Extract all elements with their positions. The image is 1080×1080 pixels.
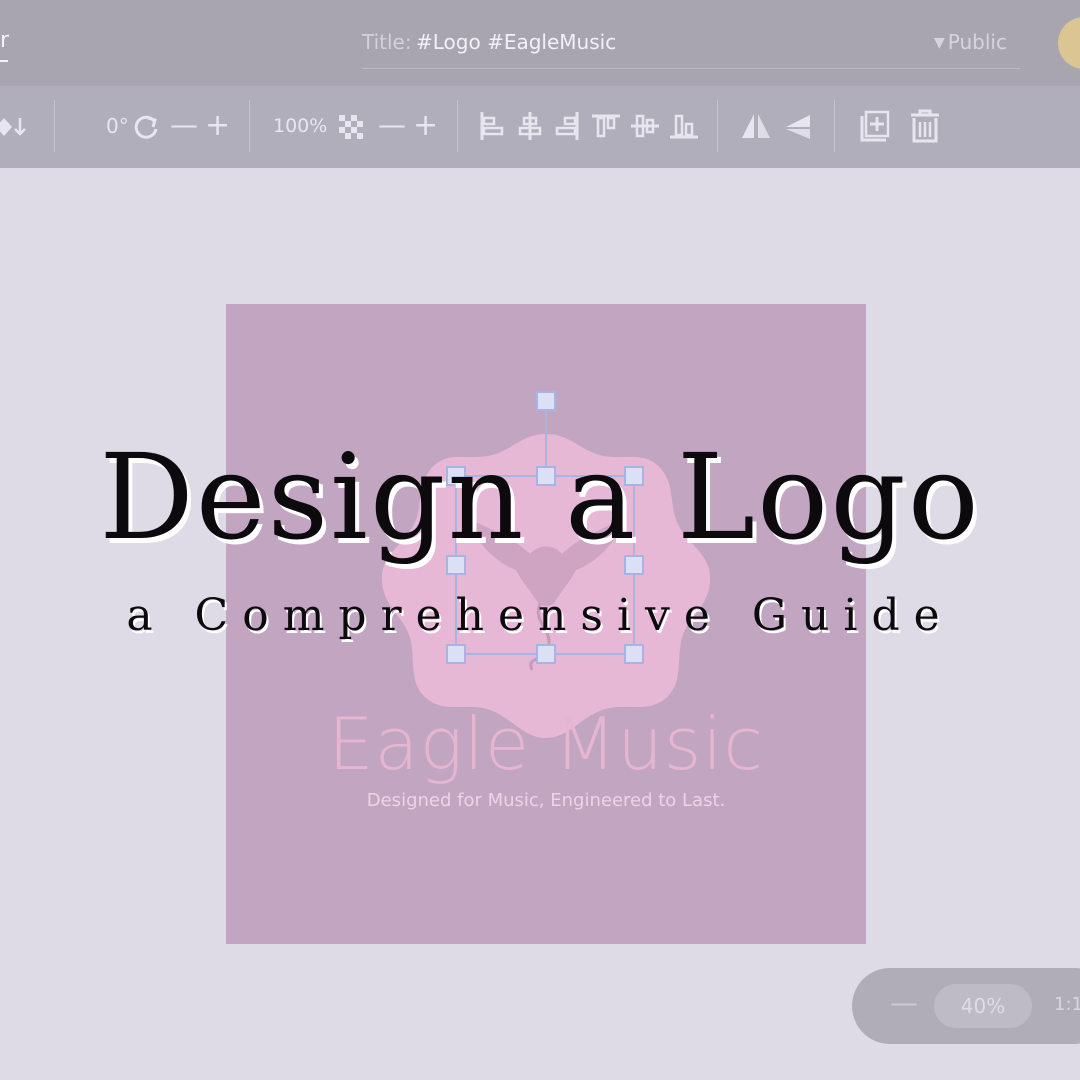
flip-horizontal-icon[interactable] xyxy=(740,112,772,142)
title-field[interactable]: Title: #Logo #EagleMusic xyxy=(362,28,1020,69)
toolbar-divider xyxy=(457,100,458,152)
left-tab-fragment[interactable]: r xyxy=(0,28,9,53)
rotate-increase-icon[interactable]: + xyxy=(205,108,230,143)
duplicate-icon[interactable] xyxy=(856,108,892,144)
align-right-icon[interactable] xyxy=(553,110,581,142)
align-middle-icon[interactable] xyxy=(629,112,661,140)
visibility-dropdown[interactable]: ▼ Public xyxy=(934,30,1007,54)
toolbar-divider xyxy=(54,100,55,152)
align-top-icon[interactable] xyxy=(590,112,622,140)
layer-order-icon[interactable] xyxy=(0,110,34,144)
zoom-level[interactable]: 40% xyxy=(934,984,1032,1028)
rotate-decrease-icon[interactable]: — xyxy=(170,108,198,141)
align-left-icon[interactable] xyxy=(478,110,506,142)
zoom-actual-size-button[interactable]: 1:1 xyxy=(1054,994,1080,1015)
visibility-label: Public xyxy=(947,30,1007,54)
brand-tagline: Designed for Music, Engineered to Last. xyxy=(366,790,726,811)
overlay-subheadline: a Comprehensive Guide xyxy=(126,590,954,641)
trash-icon[interactable] xyxy=(908,108,942,144)
toolbar-divider xyxy=(249,100,250,152)
brand-name: Eagle Music xyxy=(328,702,764,786)
toolbar-divider xyxy=(717,100,718,152)
opacity-increase-icon[interactable]: + xyxy=(413,108,438,143)
zoom-out-button[interactable]: — xyxy=(890,986,918,1019)
zoom-control: — 40% 1:1 xyxy=(852,968,1080,1044)
overlay-headline: Design a Logo xyxy=(99,428,981,566)
avatar[interactable] xyxy=(1058,17,1080,69)
opacity-decrease-icon[interactable]: — xyxy=(378,108,406,141)
opacity-value[interactable]: 100% xyxy=(273,115,327,137)
align-bottom-icon[interactable] xyxy=(668,112,700,140)
title-label: Title: xyxy=(362,30,412,54)
toolbar-divider xyxy=(834,100,835,152)
active-tab-underline xyxy=(0,60,8,62)
align-center-icon[interactable] xyxy=(516,110,544,142)
editor-toolbar: 0° — + 100% — + xyxy=(0,86,1080,168)
flip-vertical-icon[interactable] xyxy=(782,112,814,142)
rotation-value[interactable]: 0° xyxy=(106,114,129,138)
title-input-value[interactable]: #Logo #EagleMusic xyxy=(416,30,616,54)
transparency-icon[interactable] xyxy=(336,112,366,142)
top-header: r Title: #Logo #EagleMusic ▼ Public xyxy=(0,0,1080,86)
rotate-icon[interactable] xyxy=(132,112,162,142)
caret-down-icon: ▼ xyxy=(934,35,945,51)
